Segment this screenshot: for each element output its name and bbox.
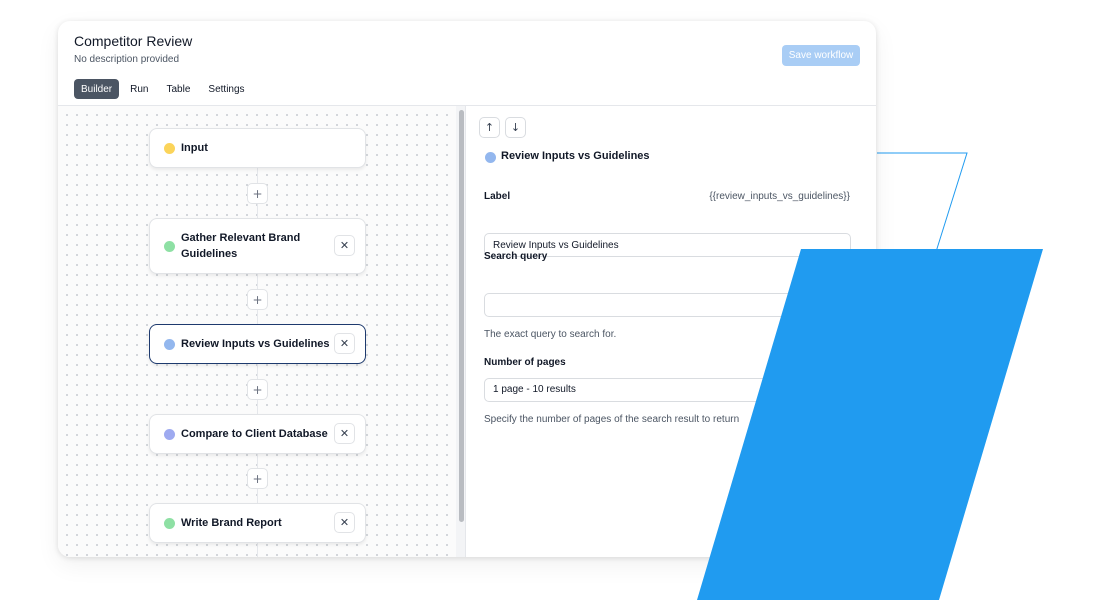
decorative-blue-parallelogram [697,249,1043,600]
decorative-foreground [697,249,1043,600]
